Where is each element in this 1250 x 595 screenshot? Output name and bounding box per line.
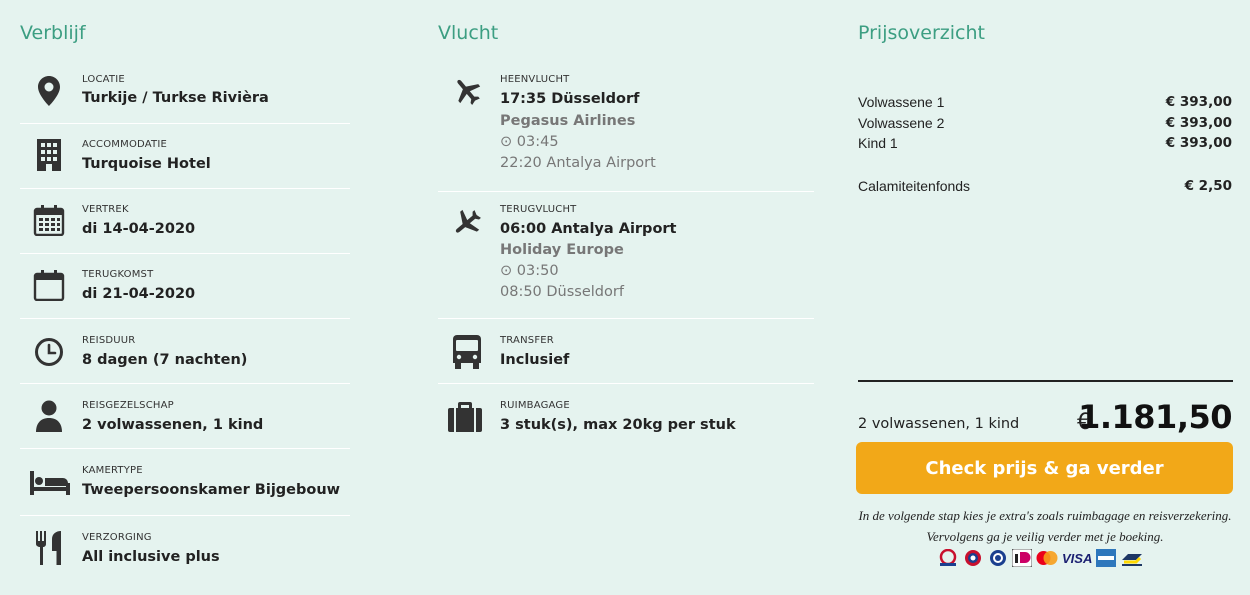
total-divider [858, 380, 1233, 382]
return-flight-airline: Holiday Europe [500, 242, 624, 258]
amex-icon [1096, 549, 1117, 567]
outbound-departure: 17:35 Düsseldorf [500, 91, 640, 107]
transfer-label: TRANSFER [500, 335, 554, 346]
departure-value: di 14-04-2020 [82, 221, 196, 237]
price-row-label: Volwassene 2 [858, 115, 945, 131]
return-value: di 21-04-2020 [82, 286, 196, 302]
duration-value: 8 dagen (7 nachten) [82, 352, 248, 368]
outbound-duration: ⊙ 03:45 [500, 134, 559, 150]
location-pin-icon [32, 74, 66, 108]
clock-icon [32, 335, 66, 369]
room-type-label: KAMERTYPE [82, 465, 143, 476]
party-label: REISGEZELSCHAP [82, 400, 174, 411]
building-icon [32, 138, 66, 172]
board-item: VERZORGING All inclusive plus [20, 516, 350, 578]
party-value: 2 volwassenen, 1 kind [82, 417, 264, 433]
sgr-icon [938, 549, 958, 567]
price-row-label: Volwassene 1 [858, 94, 945, 110]
location-item: LOCATIE Turkije / Turkse Rivièra [20, 62, 350, 124]
anvr-icon [962, 549, 984, 567]
location-value: Turkije / Turkse Rivièra [82, 90, 269, 106]
return-flight-arrival: 08:50 Düsseldorf [500, 284, 624, 300]
price-row-amount: € 393,00 [1165, 115, 1232, 131]
room-type-item: KAMERTYPE Tweepersoonskamer Bijgebouw [20, 449, 350, 516]
outbound-label: HEENVLUCHT [500, 74, 570, 85]
mastercard-icon [1036, 550, 1058, 566]
price-row-child-1: Kind 1 € 393,00 [858, 135, 1232, 151]
plane-icon [450, 74, 484, 108]
total-price: 1.181,50 [1078, 398, 1232, 436]
fee-label: Calamiteitenfonds [858, 178, 971, 194]
payment-methods: VISA [938, 548, 1144, 568]
calamiteitenfonds-icon [988, 549, 1008, 567]
baggage-item: RUIMBAGAGE 3 stuk(s), max 20kg per stuk [438, 384, 814, 449]
price-row-fee: Calamiteitenfonds € 2,50 [858, 178, 1232, 194]
baggage-value: 3 stuk(s), max 20kg per stuk [500, 417, 736, 433]
visa-icon: VISA [1062, 551, 1092, 566]
duration-item: REISDUUR 8 dagen (7 nachten) [20, 319, 350, 384]
price-row-adult-2: Volwassene 2 € 393,00 [858, 115, 1232, 131]
return-flight-departure: 06:00 Antalya Airport [500, 221, 677, 237]
accommodation-item: ACCOMMODATIE Turquoise Hotel [20, 124, 350, 189]
plane-return-icon [450, 206, 484, 240]
location-label: LOCATIE [82, 74, 125, 85]
party-item: REISGEZELSCHAP 2 volwassenen, 1 kind [20, 384, 350, 449]
price-row-amount: € 393,00 [1165, 135, 1232, 151]
return-flight-item: TERUGVLUCHT 06:00 Antalya Airport Holida… [438, 192, 814, 319]
return-flight-duration: ⊙ 03:50 [500, 263, 559, 279]
price-row-adult-1: Volwassene 1 € 393,00 [858, 94, 1232, 110]
baggage-label: RUIMBAGAGE [500, 400, 570, 411]
room-type-value: Tweepersoonskamer Bijgebouw [82, 482, 341, 498]
outbound-arrival: 22:20 Antalya Airport [500, 155, 656, 171]
visa-label: VISA [1062, 550, 1093, 566]
accommodation-label: ACCOMMODATIE [82, 139, 167, 150]
return-flight-label: TERUGVLUCHT [500, 204, 577, 215]
duration-label: REISDUUR [82, 335, 136, 346]
suitcase-icon [448, 400, 482, 434]
vlucht-title: Vlucht [438, 22, 499, 44]
board-label: VERZORGING [82, 532, 152, 543]
bus-icon [450, 335, 484, 369]
board-value: All inclusive plus [82, 549, 220, 565]
transfer-item: TRANSFER Inclusief [438, 319, 814, 384]
outbound-flight-item: HEENVLUCHT 17:35 Düsseldorf Pegasus Airl… [438, 62, 814, 192]
prijs-title: Prijsoverzicht [858, 22, 985, 44]
return-label: TERUGKOMST [82, 269, 154, 280]
calendar-empty-icon [32, 268, 66, 302]
accommodation-value[interactable]: Turquoise Hotel [82, 156, 211, 172]
price-row-label: Kind 1 [858, 135, 898, 151]
outbound-airline: Pegasus Airlines [500, 113, 636, 129]
total-party: 2 volwassenen, 1 kind [858, 416, 1020, 432]
price-row-amount: € 393,00 [1165, 94, 1232, 110]
calendar-icon [32, 203, 66, 237]
bancontact-icon [1120, 549, 1144, 567]
return-date-item: TERUGKOMST di 21-04-2020 [20, 254, 350, 319]
cutlery-icon [32, 531, 66, 565]
bed-icon [30, 465, 70, 499]
verblijf-title: Verblijf [20, 22, 86, 44]
person-icon [32, 399, 66, 433]
transfer-value: Inclusief [500, 352, 570, 368]
departure-date-item: VERTREK di 14-04-2020 [20, 189, 350, 254]
ideal-icon [1012, 549, 1032, 567]
booking-note: In de volgende stap kies je extra's zoal… [858, 508, 1232, 544]
departure-label: VERTREK [82, 204, 129, 215]
check-price-button[interactable]: Check prijs & ga verder [856, 442, 1233, 494]
fee-amount: € 2,50 [1184, 178, 1232, 194]
